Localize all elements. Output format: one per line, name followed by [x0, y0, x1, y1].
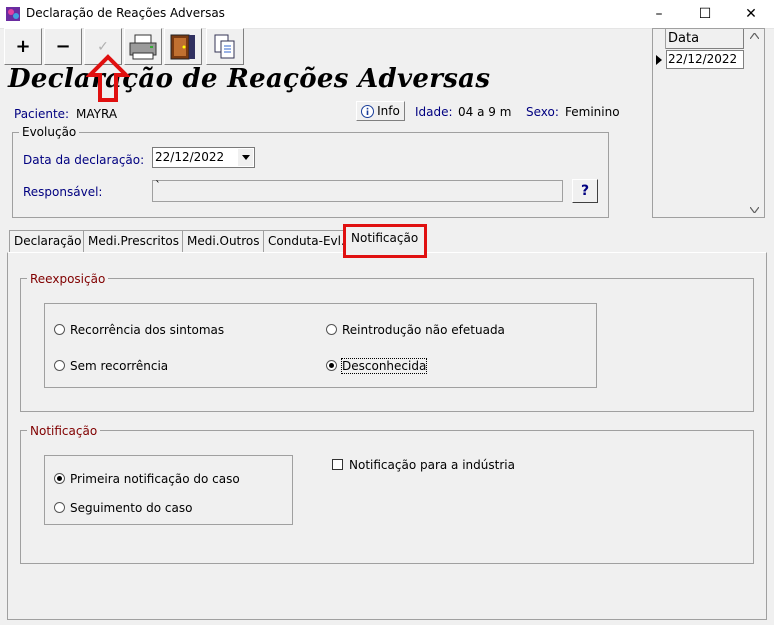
maximize-button[interactable]: ☐: [682, 0, 728, 28]
help-button[interactable]: ?: [572, 179, 598, 203]
date-value: 22/12/2022: [155, 150, 225, 164]
grid-header-data: Data: [666, 29, 744, 49]
minus-icon: −: [55, 36, 71, 57]
door-exit-icon: [170, 34, 195, 59]
radio-circle-selected[interactable]: [326, 360, 337, 371]
age-label: Idade:: [415, 105, 453, 119]
copy-button[interactable]: [206, 28, 244, 65]
date-combo[interactable]: 22/12/2022: [152, 147, 255, 168]
date-label: Data da declaração:: [23, 153, 145, 167]
up-arrow-annotation-icon: [86, 54, 130, 102]
grid-scrollbar[interactable]: [746, 29, 763, 217]
minimize-icon: –: [655, 6, 663, 22]
radio-label: Reintrodução não efetuada: [342, 323, 505, 337]
add-button[interactable]: +: [4, 28, 42, 65]
date-grid[interactable]: Data 22/12/2022: [652, 28, 765, 218]
exit-button[interactable]: [164, 28, 202, 65]
check-icon: ✓: [97, 38, 109, 55]
info-button[interactable]: Info: [356, 101, 405, 121]
info-button-label: Info: [377, 104, 400, 118]
radio-label: Primeira notificação do caso: [70, 472, 240, 486]
notificacao-title: Notificação: [27, 424, 101, 438]
radio-circle[interactable]: [326, 324, 337, 335]
radio-circle[interactable]: [54, 324, 65, 335]
radio-label: Seguimento do caso: [70, 501, 193, 515]
radio-circle[interactable]: [54, 360, 65, 371]
grid-row[interactable]: 22/12/2022: [666, 50, 744, 69]
sex-label: Sexo:: [526, 105, 559, 119]
age-value: 04 a 9 m: [458, 105, 512, 119]
close-button[interactable]: ✕: [728, 0, 774, 28]
chevron-down-icon: [241, 155, 250, 160]
tab-medi-outros[interactable]: Medi.Outros: [182, 230, 265, 252]
patient-label: Paciente:: [14, 107, 70, 121]
reexposicao-title: Reexposição: [27, 272, 109, 286]
tab-conduta-evl[interactable]: Conduta-Evl.: [263, 230, 350, 252]
responsavel-label: Responsável:: [23, 185, 103, 199]
window-title: Declaração de Reações Adversas: [26, 6, 225, 20]
row-indicator-icon: [653, 50, 665, 69]
close-icon: ✕: [745, 6, 757, 22]
radio-circle-selected[interactable]: [54, 473, 65, 484]
checkbox-box[interactable]: [332, 459, 343, 470]
radio-label: Recorrência dos sintomas: [70, 323, 225, 337]
maximize-icon: ☐: [698, 6, 712, 22]
radio-label: Desconhecida: [340, 358, 428, 374]
scroll-down-icon[interactable]: [750, 207, 759, 213]
radio-circle[interactable]: [54, 502, 65, 513]
evolucao-title: Evolução: [19, 125, 80, 139]
evolucao-group: [12, 132, 609, 218]
patient-name: MAYRA: [76, 107, 118, 121]
responsavel-value: `: [155, 179, 161, 193]
copy-icon: [214, 34, 235, 58]
checkbox-label: Notificação para a indústria: [349, 458, 515, 472]
printer-icon: [129, 34, 157, 59]
info-icon: [361, 104, 375, 118]
plus-icon: +: [15, 36, 31, 57]
remove-button[interactable]: −: [44, 28, 82, 65]
reexposicao-inner: [44, 303, 597, 388]
responsavel-field[interactable]: `: [152, 179, 563, 202]
radio-label: Sem recorrência: [70, 359, 169, 373]
tab-medi-prescritos[interactable]: Medi.Prescritos: [83, 230, 184, 252]
minimize-button[interactable]: –: [636, 0, 682, 28]
tab-declaracao[interactable]: Declaração: [9, 230, 87, 252]
page-title: Declaração de Reações Adversas: [8, 64, 491, 94]
scroll-up-icon[interactable]: [750, 33, 759, 39]
app-icon: [6, 7, 20, 21]
sex-value: Feminino: [565, 105, 620, 119]
question-icon: ?: [580, 183, 590, 199]
tab-highlight-box: [343, 224, 427, 258]
title-bar: Declaração de Reações Adversas – ☐ ✕: [0, 0, 774, 29]
date-dropdown-button[interactable]: [238, 149, 253, 166]
